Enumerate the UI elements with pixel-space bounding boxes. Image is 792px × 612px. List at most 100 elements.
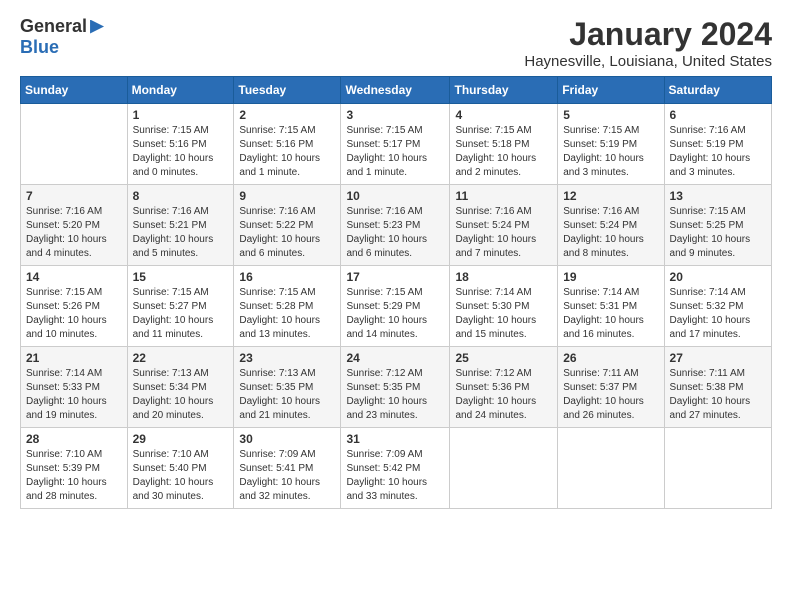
day-info: Sunrise: 7:10 AM Sunset: 5:39 PM Dayligh…: [26, 448, 122, 504]
table-row: 1 Sunrise: 7:15 AM Sunset: 5:16 PM Daylig…: [127, 104, 234, 185]
table-row: 2 Sunrise: 7:15 AM Sunset: 5:16 PM Daylig…: [234, 104, 341, 185]
day-info: Sunrise: 7:16 AM Sunset: 5:21 PM Dayligh…: [133, 205, 229, 261]
day-number: 26: [563, 351, 658, 365]
day-number: 8: [133, 189, 229, 203]
day-info: Sunrise: 7:09 AM Sunset: 5:41 PM Dayligh…: [239, 448, 335, 504]
logo: General Blue: [20, 16, 104, 58]
day-number: 12: [563, 189, 658, 203]
day-info: Sunrise: 7:14 AM Sunset: 5:33 PM Dayligh…: [26, 367, 122, 423]
logo-blue-text: Blue: [20, 37, 104, 58]
day-info: Sunrise: 7:16 AM Sunset: 5:20 PM Dayligh…: [26, 205, 122, 261]
day-number: 2: [239, 108, 335, 122]
day-info: Sunrise: 7:15 AM Sunset: 5:16 PM Dayligh…: [239, 124, 335, 180]
day-number: 23: [239, 351, 335, 365]
location-subtitle: Haynesville, Louisiana, United States: [524, 53, 772, 70]
day-info: Sunrise: 7:14 AM Sunset: 5:32 PM Dayligh…: [670, 286, 766, 342]
day-info: Sunrise: 7:16 AM Sunset: 5:19 PM Dayligh…: [670, 124, 766, 180]
calendar-week-row: 21 Sunrise: 7:14 AM Sunset: 5:33 PM Dayli…: [21, 347, 772, 428]
table-row: 15 Sunrise: 7:15 AM Sunset: 5:27 PM Dayli…: [127, 266, 234, 347]
day-number: 1: [133, 108, 229, 122]
day-number: 5: [563, 108, 658, 122]
day-info: Sunrise: 7:13 AM Sunset: 5:34 PM Dayligh…: [133, 367, 229, 423]
day-info: Sunrise: 7:14 AM Sunset: 5:30 PM Dayligh…: [455, 286, 552, 342]
page-container: General Blue January 2024 Haynesville, L…: [0, 0, 792, 519]
day-number: 19: [563, 270, 658, 284]
day-number: 4: [455, 108, 552, 122]
day-info: Sunrise: 7:16 AM Sunset: 5:24 PM Dayligh…: [455, 205, 552, 261]
table-row: [558, 428, 664, 509]
table-row: 29Sunrise: 7:10 AM Sunset: 5:40 PM Dayli…: [127, 428, 234, 509]
day-number: 25: [455, 351, 552, 365]
table-row: [450, 428, 558, 509]
table-row: 8 Sunrise: 7:16 AM Sunset: 5:21 PM Daylig…: [127, 185, 234, 266]
table-row: 4Sunrise: 7:15 AM Sunset: 5:18 PM Daylig…: [450, 104, 558, 185]
day-number: 14: [26, 270, 122, 284]
col-wednesday: Wednesday: [341, 77, 450, 104]
table-row: 26 Sunrise: 7:11 AM Sunset: 5:37 PM Dayli…: [558, 347, 664, 428]
month-title: January 2024: [524, 16, 772, 53]
day-info: Sunrise: 7:15 AM Sunset: 5:17 PM Dayligh…: [346, 124, 444, 180]
table-row: 22 Sunrise: 7:13 AM Sunset: 5:34 PM Dayli…: [127, 347, 234, 428]
day-info: Sunrise: 7:11 AM Sunset: 5:38 PM Dayligh…: [670, 367, 766, 423]
header: General Blue January 2024 Haynesville, L…: [20, 16, 772, 70]
day-info: Sunrise: 7:12 AM Sunset: 5:36 PM Dayligh…: [455, 367, 552, 423]
table-row: 13Sunrise: 7:15 AM Sunset: 5:25 PM Dayli…: [664, 185, 771, 266]
day-info: Sunrise: 7:15 AM Sunset: 5:25 PM Dayligh…: [670, 205, 766, 261]
day-info: Sunrise: 7:11 AM Sunset: 5:37 PM Dayligh…: [563, 367, 658, 423]
day-number: 9: [239, 189, 335, 203]
table-row: 23 Sunrise: 7:13 AM Sunset: 5:35 PM Dayli…: [234, 347, 341, 428]
table-row: 30 Sunrise: 7:09 AM Sunset: 5:41 PM Dayli…: [234, 428, 341, 509]
table-row: 17Sunrise: 7:15 AM Sunset: 5:29 PM Dayli…: [341, 266, 450, 347]
table-row: [664, 428, 771, 509]
day-number: 21: [26, 351, 122, 365]
table-row: 21 Sunrise: 7:14 AM Sunset: 5:33 PM Dayli…: [21, 347, 128, 428]
day-number: 31: [346, 432, 444, 446]
day-info: Sunrise: 7:09 AM Sunset: 5:42 PM Dayligh…: [346, 448, 444, 504]
table-row: 11Sunrise: 7:16 AM Sunset: 5:24 PM Dayli…: [450, 185, 558, 266]
calendar-header-row: Sunday Monday Tuesday Wednesday Thursday…: [21, 77, 772, 104]
day-number: 30: [239, 432, 335, 446]
table-row: 5 Sunrise: 7:15 AM Sunset: 5:19 PM Daylig…: [558, 104, 664, 185]
day-info: Sunrise: 7:15 AM Sunset: 5:26 PM Dayligh…: [26, 286, 122, 342]
table-row: 31 Sunrise: 7:09 AM Sunset: 5:42 PM Dayli…: [341, 428, 450, 509]
logo-general-text: General: [20, 16, 87, 37]
table-row: 14 Sunrise: 7:15 AM Sunset: 5:26 PM Dayli…: [21, 266, 128, 347]
table-row: 24Sunrise: 7:12 AM Sunset: 5:35 PM Dayli…: [341, 347, 450, 428]
table-row: 28 Sunrise: 7:10 AM Sunset: 5:39 PM Dayli…: [21, 428, 128, 509]
calendar-week-row: 7 Sunrise: 7:16 AM Sunset: 5:20 PM Daylig…: [21, 185, 772, 266]
day-info: Sunrise: 7:15 AM Sunset: 5:27 PM Dayligh…: [133, 286, 229, 342]
col-saturday: Saturday: [664, 77, 771, 104]
logo-arrow-icon: [90, 20, 104, 34]
table-row: 20Sunrise: 7:14 AM Sunset: 5:32 PM Dayli…: [664, 266, 771, 347]
day-number: 7: [26, 189, 122, 203]
table-row: 12 Sunrise: 7:16 AM Sunset: 5:24 PM Dayli…: [558, 185, 664, 266]
table-row: 6 Sunrise: 7:16 AM Sunset: 5:19 PM Daylig…: [664, 104, 771, 185]
col-friday: Friday: [558, 77, 664, 104]
day-number: 29: [133, 432, 229, 446]
day-info: Sunrise: 7:15 AM Sunset: 5:28 PM Dayligh…: [239, 286, 335, 342]
table-row: 16 Sunrise: 7:15 AM Sunset: 5:28 PM Dayli…: [234, 266, 341, 347]
col-tuesday: Tuesday: [234, 77, 341, 104]
col-thursday: Thursday: [450, 77, 558, 104]
day-number: 17: [346, 270, 444, 284]
day-info: Sunrise: 7:13 AM Sunset: 5:35 PM Dayligh…: [239, 367, 335, 423]
table-row: 18Sunrise: 7:14 AM Sunset: 5:30 PM Dayli…: [450, 266, 558, 347]
calendar-table: Sunday Monday Tuesday Wednesday Thursday…: [20, 76, 772, 509]
day-info: Sunrise: 7:15 AM Sunset: 5:19 PM Dayligh…: [563, 124, 658, 180]
table-row: 3 Sunrise: 7:15 AM Sunset: 5:17 PM Daylig…: [341, 104, 450, 185]
day-info: Sunrise: 7:16 AM Sunset: 5:23 PM Dayligh…: [346, 205, 444, 261]
day-number: 6: [670, 108, 766, 122]
day-number: 28: [26, 432, 122, 446]
day-number: 3: [346, 108, 444, 122]
day-number: 27: [670, 351, 766, 365]
table-row: 19 Sunrise: 7:14 AM Sunset: 5:31 PM Dayli…: [558, 266, 664, 347]
day-number: 22: [133, 351, 229, 365]
day-number: 16: [239, 270, 335, 284]
table-row: [21, 104, 128, 185]
day-info: Sunrise: 7:14 AM Sunset: 5:31 PM Dayligh…: [563, 286, 658, 342]
day-info: Sunrise: 7:12 AM Sunset: 5:35 PM Dayligh…: [346, 367, 444, 423]
day-number: 15: [133, 270, 229, 284]
day-info: Sunrise: 7:16 AM Sunset: 5:24 PM Dayligh…: [563, 205, 658, 261]
col-sunday: Sunday: [21, 77, 128, 104]
day-info: Sunrise: 7:15 AM Sunset: 5:16 PM Dayligh…: [133, 124, 229, 180]
